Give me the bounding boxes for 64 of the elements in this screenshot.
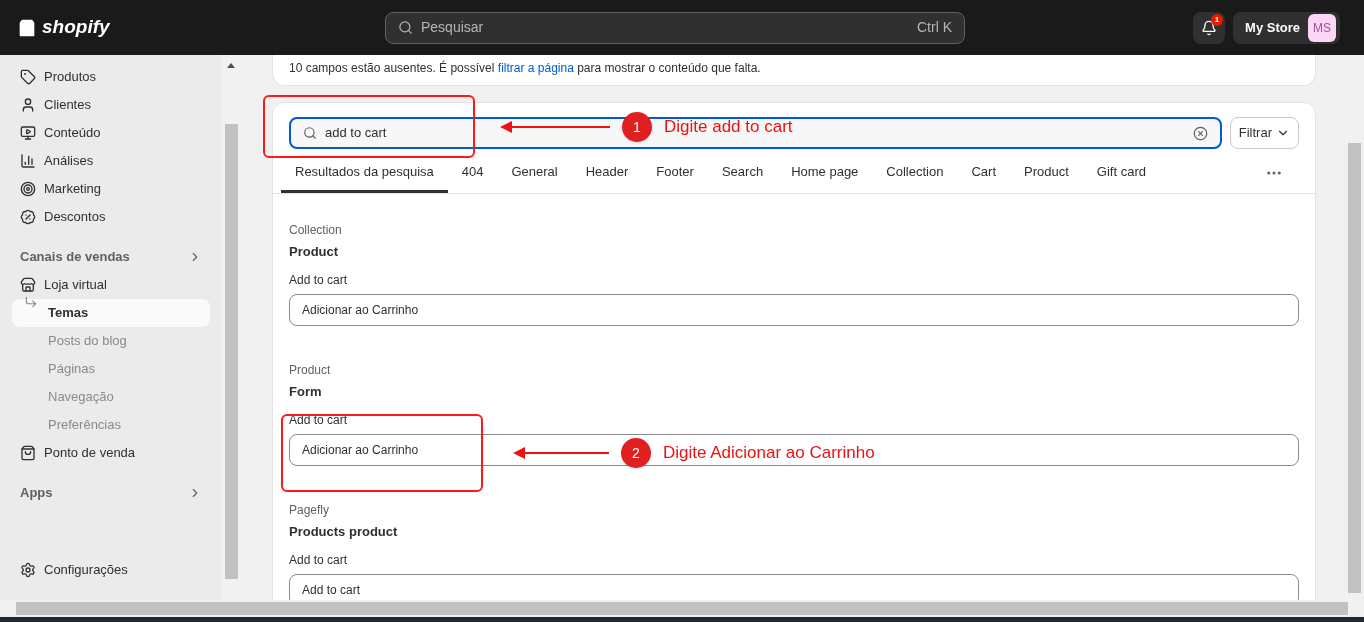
tab[interactable]: Header <box>571 153 643 193</box>
nav-icon <box>20 277 36 293</box>
nav-icon <box>20 153 36 169</box>
logo-icon <box>16 16 38 39</box>
result-group: Pagefly <box>289 502 1299 518</box>
scrollbar-thumb[interactable] <box>1348 143 1361 593</box>
tab[interactable]: Search <box>707 153 778 193</box>
store-avatar: MS <box>1308 13 1336 42</box>
nav-icon <box>20 445 36 461</box>
search-icon <box>303 126 317 140</box>
scrollbar-thumb[interactable] <box>224 124 238 579</box>
result-title: Products product <box>289 523 399 541</box>
bell-icon <box>1201 19 1218 36</box>
nav-icon <box>20 97 36 113</box>
tab[interactable]: General <box>497 153 572 193</box>
notification-badge: 1 <box>1211 13 1224 26</box>
logo[interactable]: shopify <box>42 13 110 42</box>
annotation-text: Digite Adicionar ao Carrinho <box>663 442 875 465</box>
nav-icon <box>20 69 36 85</box>
clear-icon[interactable] <box>1192 125 1208 141</box>
sidebar-section[interactable]: Canais de vendas <box>0 243 222 271</box>
nav-icon <box>20 209 36 225</box>
result-title: Product <box>289 243 340 261</box>
store-button[interactable]: My Store MS <box>1233 11 1340 44</box>
sidebar-item[interactable]: Conteúdo <box>12 119 210 147</box>
filter-button[interactable]: Filtrar <box>1229 117 1299 149</box>
branch-icon <box>24 295 38 309</box>
notifications-button[interactable]: 1 <box>1193 11 1226 44</box>
translation-field[interactable]: Adicionar ao Carrinho <box>289 294 1299 326</box>
sidebar-item[interactable]: Loja virtual <box>12 271 210 299</box>
tab[interactable]: Cart <box>957 153 1010 193</box>
sidebar-item[interactable]: Ponto de venda <box>12 439 210 467</box>
tab[interactable]: Resultados da pesquisa <box>281 153 448 193</box>
field-label: Add to cart <box>289 272 349 289</box>
sidebar-item[interactable]: Análises <box>12 147 210 175</box>
nav-icon <box>20 181 36 197</box>
sidebar-item[interactable]: Marketing <box>12 175 210 203</box>
arrow-icon <box>500 121 610 133</box>
tab[interactable]: Footer <box>642 153 708 193</box>
sidebar-item[interactable]: Produtos <box>12 63 210 91</box>
tab[interactable]: Collection <box>872 153 958 193</box>
sidebar-item[interactable]: Descontos <box>12 203 210 231</box>
annotation-text: Digite add to cart <box>664 116 793 139</box>
scroll-up-icon[interactable] <box>227 63 235 68</box>
result-group: Collection <box>289 222 1299 238</box>
arrow-icon <box>513 447 609 459</box>
settings-item[interactable]: Configurações <box>12 556 210 584</box>
sidebar-item[interactable]: Clientes <box>12 91 210 119</box>
settings-icon <box>20 562 36 578</box>
notice-text: 10 campos estão ausentes. É possível filtrar a página para mostrar o conteúdo que falta. <box>289 61 761 75</box>
shortcut-hint: Ctrl K <box>917 18 952 37</box>
field-label: Add to cart <box>289 552 349 569</box>
filter-link[interactable]: filtrar a página <box>497 61 574 75</box>
search-icon <box>398 20 413 35</box>
sidebar-section[interactable]: Apps <box>0 479 222 507</box>
search-field[interactable]: Pesquisar Ctrl K <box>385 11 965 44</box>
tab[interactable]: Gift card <box>1082 153 1160 193</box>
tab[interactable]: Product <box>1010 153 1083 193</box>
nav-icon <box>20 125 36 141</box>
result-title: Form <box>289 383 323 401</box>
result-group: Product <box>289 362 1299 378</box>
sidebar-subitem[interactable]: Temas <box>12 299 210 327</box>
tab[interactable]: 404 <box>447 153 498 193</box>
tab[interactable]: Home page <box>777 153 873 193</box>
